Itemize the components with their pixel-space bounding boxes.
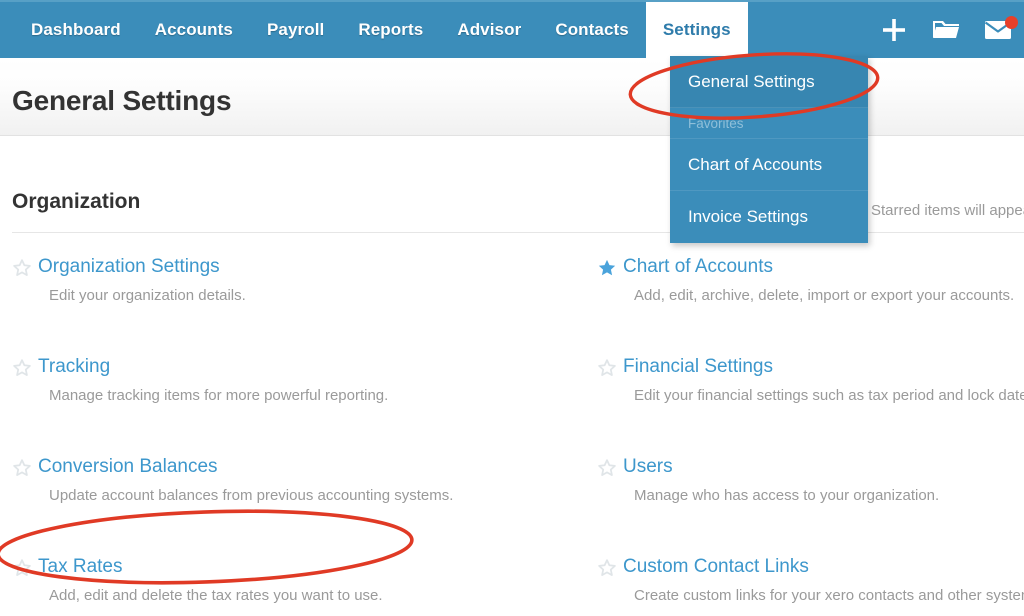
star-outline-icon[interactable]: [12, 258, 32, 278]
star-outline-icon[interactable]: [12, 358, 32, 378]
nav-item-contacts[interactable]: Contacts: [538, 2, 646, 58]
setting-description: Edit your financial settings such as tax…: [634, 387, 1024, 404]
setting-item-financial-settings: Financial Settings Edit your financial s…: [597, 355, 1024, 455]
setting-description: Update account balances from previous ac…: [49, 487, 454, 504]
star-filled-icon[interactable]: [597, 258, 617, 278]
setting-link[interactable]: Users: [623, 455, 1024, 479]
page-title: General Settings: [12, 85, 232, 116]
star-outline-icon[interactable]: [597, 358, 617, 378]
setting-description: Add, edit, archive, delete, import or ex…: [634, 287, 1015, 304]
nav-item-payroll[interactable]: Payroll: [250, 2, 341, 58]
star-outline-icon[interactable]: [597, 558, 617, 578]
setting-description: Manage who has access to your organizati…: [634, 487, 940, 504]
setting-link[interactable]: Tax Rates: [38, 555, 587, 579]
nav-item-advisor[interactable]: Advisor: [440, 2, 538, 58]
setting-link[interactable]: Organization Settings: [38, 255, 587, 279]
setting-link[interactable]: Financial Settings: [623, 355, 1024, 379]
setting-link[interactable]: Tracking: [38, 355, 587, 379]
star-outline-icon[interactable]: [12, 458, 32, 478]
nav-item-reports[interactable]: Reports: [341, 2, 440, 58]
setting-item-tracking: Tracking Manage tracking items for more …: [12, 355, 587, 455]
dropdown-section-favorites: Favorites: [670, 108, 868, 139]
setting-description: Manage tracking items for more powerful …: [49, 387, 389, 404]
dropdown-item-invoice-settings[interactable]: Invoice Settings: [670, 191, 868, 243]
nav-menu: Dashboard Accounts Payroll Reports Advis…: [14, 2, 748, 58]
setting-item-conversion-balances: Conversion Balances Update account balan…: [12, 455, 587, 555]
notification-badge: [1005, 16, 1018, 29]
setting-link[interactable]: Chart of Accounts: [623, 255, 1024, 279]
settings-column-right: Chart of Accounts Add, edit, archive, de…: [597, 255, 1024, 616]
setting-item-users: Users Manage who has access to your orga…: [597, 455, 1024, 555]
section-heading-organization: Organization: [12, 190, 141, 213]
star-outline-icon[interactable]: [12, 558, 32, 578]
dropdown-item-general-settings[interactable]: General Settings: [670, 56, 868, 108]
setting-description: Edit your organization details.: [49, 287, 246, 304]
envelope-icon[interactable]: [972, 2, 1024, 58]
application-window: Dashboard Accounts Payroll Reports Advis…: [0, 0, 1024, 616]
settings-column-left: Organization Settings Edit your organiza…: [12, 255, 587, 616]
page-header-band: General Settings: [0, 58, 1024, 136]
setting-item-custom-contact-links: Custom Contact Links Create custom links…: [597, 555, 1024, 616]
nav-item-settings[interactable]: Settings: [645, 2, 748, 58]
nav-icon-group: [868, 2, 1024, 58]
plus-icon[interactable]: [868, 2, 920, 58]
setting-description: Add, edit and delete the tax rates you w…: [49, 587, 383, 604]
settings-dropdown-menu: General Settings Favorites Chart of Acco…: [670, 56, 868, 243]
setting-item-organization-settings: Organization Settings Edit your organiza…: [12, 255, 587, 355]
setting-link[interactable]: Custom Contact Links: [623, 555, 1024, 579]
nav-item-dashboard[interactable]: Dashboard: [14, 2, 138, 58]
setting-item-tax-rates: Tax Rates Add, edit and delete the tax r…: [12, 555, 587, 616]
setting-description: Create custom links for your xero contac…: [634, 587, 1024, 604]
section-divider: [12, 232, 1024, 233]
main-content: Organization Starred items will appea Or…: [0, 137, 1024, 616]
nav-item-accounts[interactable]: Accounts: [138, 2, 250, 58]
setting-link[interactable]: Conversion Balances: [38, 455, 587, 479]
star-outline-icon[interactable]: [597, 458, 617, 478]
setting-item-chart-of-accounts: Chart of Accounts Add, edit, archive, de…: [597, 255, 1024, 355]
top-navigation-bar: Dashboard Accounts Payroll Reports Advis…: [0, 0, 1024, 58]
starred-items-note: Starred items will appea: [871, 202, 1024, 219]
folder-icon[interactable]: [920, 2, 972, 58]
dropdown-item-chart-of-accounts[interactable]: Chart of Accounts: [670, 139, 868, 191]
